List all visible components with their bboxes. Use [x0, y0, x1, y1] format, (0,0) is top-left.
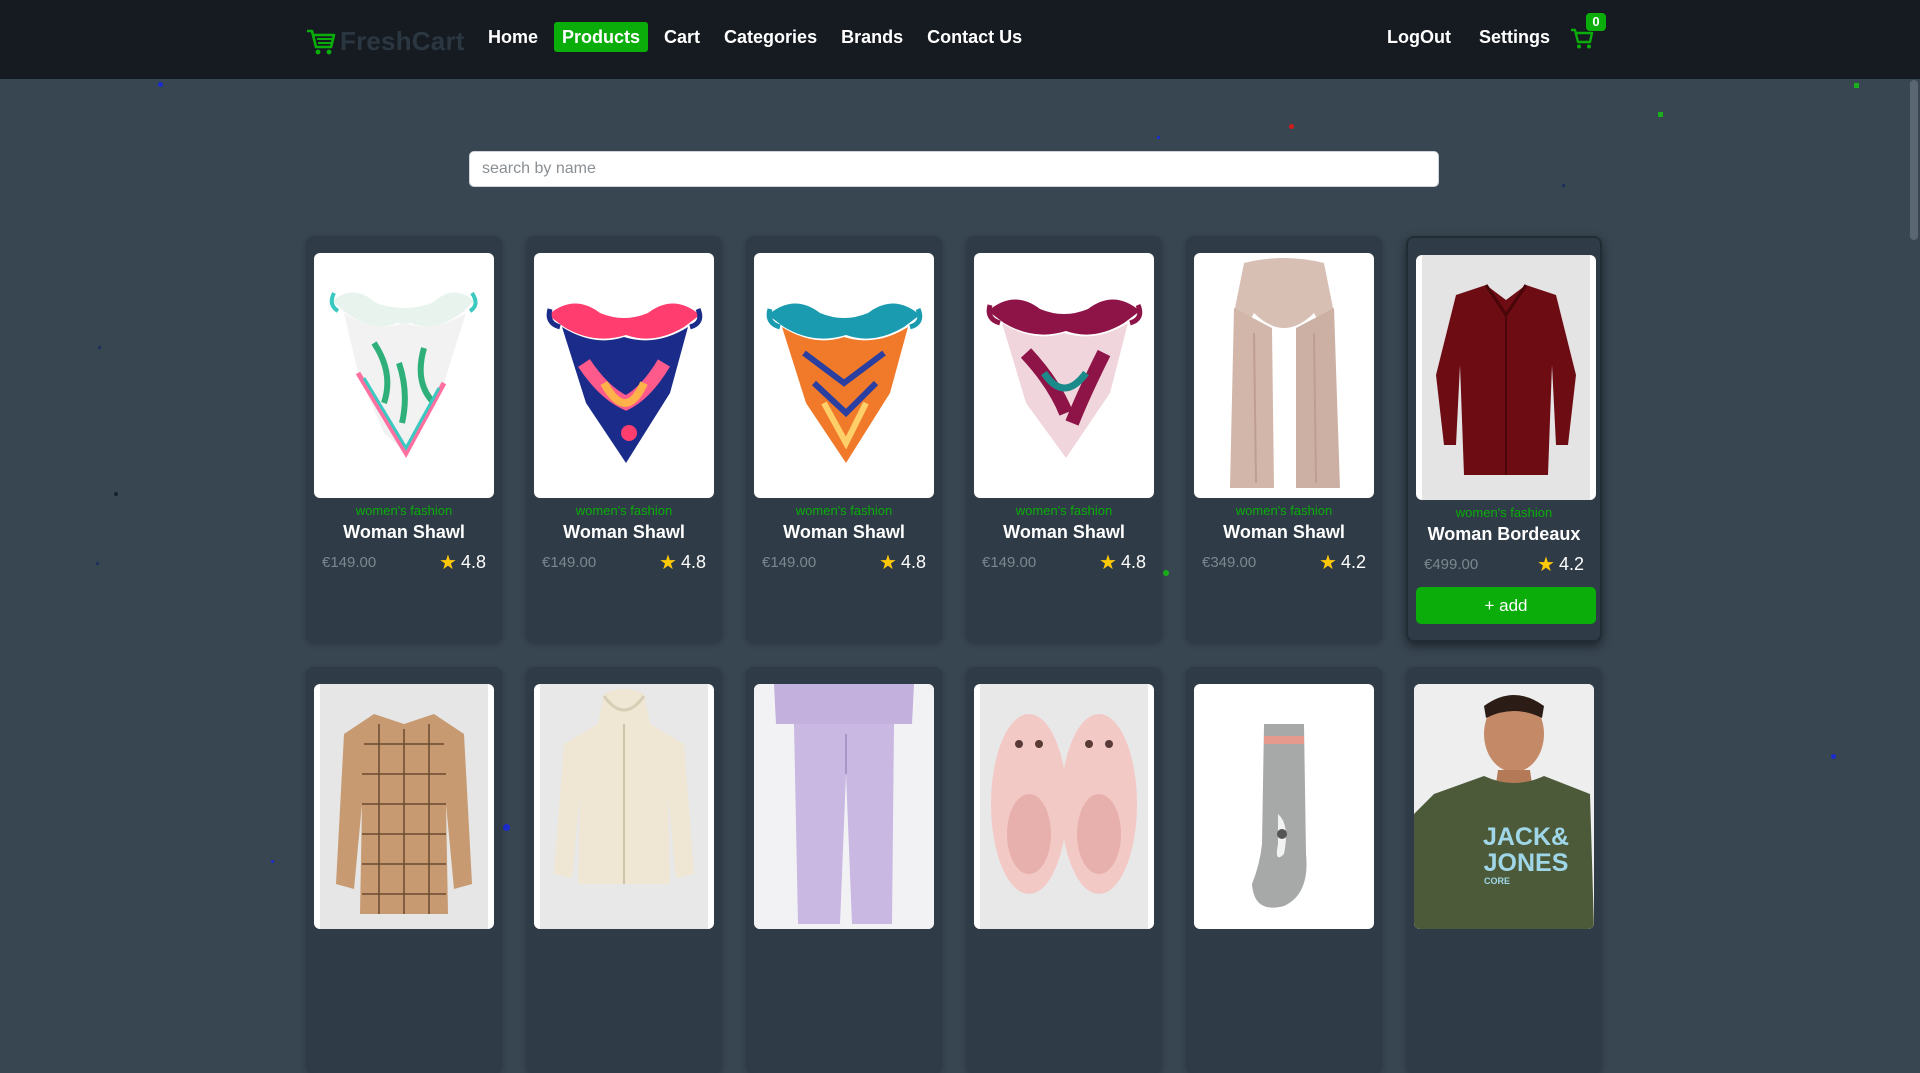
product-rating: ★ 4.2	[1537, 553, 1584, 576]
hoodie-cream-icon	[540, 684, 708, 929]
product-rating: ★ 4.8	[1099, 551, 1146, 574]
shirt-plaid-icon	[320, 684, 488, 929]
product-title: Woman Shawl	[1003, 522, 1125, 542]
product-card[interactable]	[966, 667, 1162, 1073]
shawl-burgundy-icon	[986, 299, 1143, 458]
product-category: women's fashion	[1015, 503, 1113, 518]
logout-link[interactable]: LogOut	[1379, 22, 1459, 52]
star-icon: ★	[1099, 551, 1117, 574]
product-card[interactable]: women's fashion Woman Shawl €149.00 ★ 4.8	[746, 236, 942, 642]
star-icon: ★	[1537, 553, 1555, 576]
shopping-cart-icon	[1571, 28, 1594, 49]
product-title: Woman Shawl	[783, 522, 905, 542]
product-card[interactable]	[746, 667, 942, 1073]
scrollbar-thumb[interactable]	[1910, 80, 1918, 240]
product-title: Woman Shawl	[343, 522, 465, 542]
nav-link-contact[interactable]: Contact Us	[919, 22, 1030, 52]
product-title: Woman Shawl	[563, 522, 685, 542]
add-to-cart-button[interactable]: + add	[1416, 587, 1596, 624]
nav-link-cart[interactable]: Cart	[656, 22, 708, 52]
product-image	[754, 253, 934, 498]
product-category: women's fashion	[795, 503, 893, 518]
product-rating: ★ 4.8	[879, 551, 926, 574]
product-price: €499.00	[1424, 556, 1479, 573]
joggers-lilac-icon	[754, 684, 934, 929]
brand-logo[interactable]: FreshCart	[306, 26, 465, 57]
product-title: Woman Shawl	[1223, 522, 1345, 542]
nav-link-categories[interactable]: Categories	[716, 22, 825, 52]
product-image	[314, 253, 494, 498]
product-rating: ★ 4.8	[659, 551, 706, 574]
tshirt-jackjones-icon	[1414, 684, 1594, 929]
product-rating: ★ 4.2	[1319, 551, 1366, 574]
product-image	[974, 253, 1154, 498]
product-image: JACK& JONES CORE	[1414, 684, 1594, 929]
search-input[interactable]	[469, 151, 1439, 187]
cart-button[interactable]: 0	[1570, 13, 1606, 52]
brand-name: FreshCart	[340, 26, 465, 56]
tshirt-print: JACK& JONES CORE	[1482, 823, 1570, 886]
cart-icon	[307, 29, 336, 54]
product-card[interactable]: women's fashion Woman Bordeaux €499.00 ★…	[1406, 236, 1602, 642]
product-rating: ★ 4.8	[439, 551, 486, 574]
product-category: women's fashion	[355, 503, 453, 518]
product-price: €149.00	[762, 554, 817, 571]
settings-link[interactable]: Settings	[1471, 22, 1558, 52]
cart-count-badge: 0	[1586, 13, 1606, 31]
sock-grey-icon	[1252, 724, 1307, 908]
navbar: FreshCart Home Products Cart Categories …	[0, 0, 1920, 79]
product-title: Woman Bordeaux	[1427, 524, 1581, 544]
product-price: €149.00	[982, 554, 1037, 571]
blouse-bordeaux-icon	[1422, 255, 1590, 500]
nav-link-products[interactable]: Products	[554, 22, 649, 52]
star-icon: ★	[879, 551, 897, 574]
nav-link-brands[interactable]: Brands	[833, 22, 911, 52]
product-card[interactable]	[526, 667, 722, 1073]
nav-right: LogOut Settings 0	[1379, 13, 1606, 52]
scarf-beige-icon	[1230, 258, 1340, 488]
product-category: women's fashion	[575, 503, 673, 518]
product-card[interactable]: women's fashion Woman Shawl €349.00 ★ 4.2	[1186, 236, 1382, 642]
product-card[interactable]	[306, 667, 502, 1073]
product-image	[534, 684, 714, 929]
star-icon: ★	[659, 551, 677, 574]
shawl-white-pink-icon	[329, 291, 478, 459]
product-image	[974, 684, 1154, 929]
shawl-orange-teal-icon	[766, 303, 923, 463]
product-category: women's fashion	[1455, 505, 1553, 520]
slippers-pink-icon	[980, 684, 1148, 929]
product-card[interactable]: women's fashion Woman Shawl €149.00 ★ 4.8	[306, 236, 502, 642]
product-image	[1416, 255, 1596, 500]
product-price: €149.00	[322, 554, 377, 571]
shawl-navy-pink-icon	[546, 303, 703, 463]
product-price: €149.00	[542, 554, 597, 571]
star-icon: ★	[439, 551, 457, 574]
nav-links: Home Products Cart Categories Brands Con…	[480, 22, 1038, 52]
product-card[interactable]: women's fashion Woman Shawl €149.00 ★ 4.8	[526, 236, 722, 642]
product-card[interactable]: women's fashion Woman Shawl €149.00 ★ 4.8	[966, 236, 1162, 642]
product-image	[1194, 684, 1374, 929]
product-image	[314, 684, 494, 929]
product-image	[754, 684, 934, 929]
product-card[interactable]: JACK& JONES CORE	[1406, 667, 1602, 1073]
product-image	[534, 253, 714, 498]
product-price: €349.00	[1202, 554, 1257, 571]
product-image	[1194, 253, 1374, 498]
star-icon: ★	[1319, 551, 1337, 574]
nav-link-home[interactable]: Home	[480, 22, 546, 52]
product-card[interactable]	[1186, 667, 1382, 1073]
product-category: women's fashion	[1235, 503, 1333, 518]
